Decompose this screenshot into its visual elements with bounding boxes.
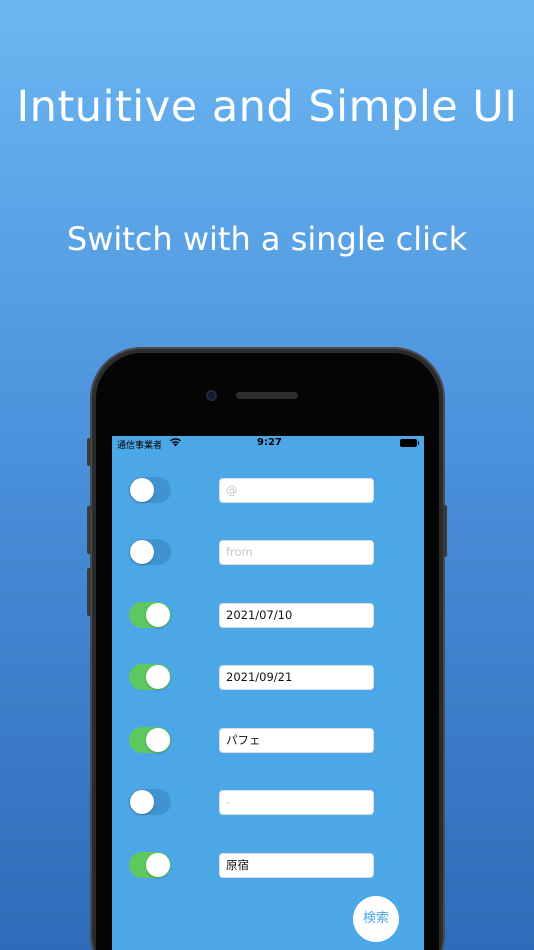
filter-row-1: @ (112, 477, 424, 505)
subline: Switch with a single click (66, 220, 468, 258)
toggle-switch-3[interactable] (129, 602, 171, 628)
status-bar: 通信事業者 9:27 (112, 436, 424, 452)
toggle-switch-6[interactable] (129, 789, 171, 815)
phone-screen: 通信事業者 9:27 @ from 2021/07/10 2021/09/21 … (112, 436, 424, 950)
input-field-7[interactable]: 原宿 (219, 853, 374, 878)
battery-icon (400, 439, 419, 447)
speaker-grille (236, 392, 298, 399)
toggle-switch-2[interactable] (129, 539, 171, 565)
input-field-2[interactable]: from (219, 540, 374, 565)
volume-up-button (87, 506, 91, 554)
input-field-3[interactable]: 2021/07/10 (219, 603, 374, 628)
input-field-1[interactable]: @ (219, 478, 374, 503)
input-field-5[interactable]: パフェ (219, 728, 374, 753)
input-field-6[interactable]: - (219, 790, 374, 815)
filter-row-2: from (112, 539, 424, 567)
front-camera (206, 390, 217, 401)
toggle-switch-5[interactable] (129, 727, 171, 753)
filter-row-3: 2021/07/10 (112, 602, 424, 630)
toggle-switch-1[interactable] (129, 477, 171, 503)
status-time: 9:27 (257, 437, 282, 448)
power-button (443, 505, 447, 557)
volume-down-button (87, 568, 91, 616)
toggle-switch-4[interactable] (129, 664, 171, 690)
carrier-label: 通信事業者 (117, 441, 163, 451)
filter-row-6: - (112, 789, 424, 817)
headline: Intuitive and Simple UI (16, 82, 518, 132)
filter-row-4: 2021/09/21 (112, 664, 424, 692)
filter-row-5: パフェ (112, 727, 424, 755)
input-field-4[interactable]: 2021/09/21 (219, 665, 374, 690)
search-button[interactable]: 検索 (353, 896, 399, 942)
wifi-icon (169, 438, 182, 447)
toggle-switch-7[interactable] (129, 852, 171, 878)
filter-row-7: 原宿 (112, 852, 424, 880)
mute-switch (87, 438, 91, 466)
